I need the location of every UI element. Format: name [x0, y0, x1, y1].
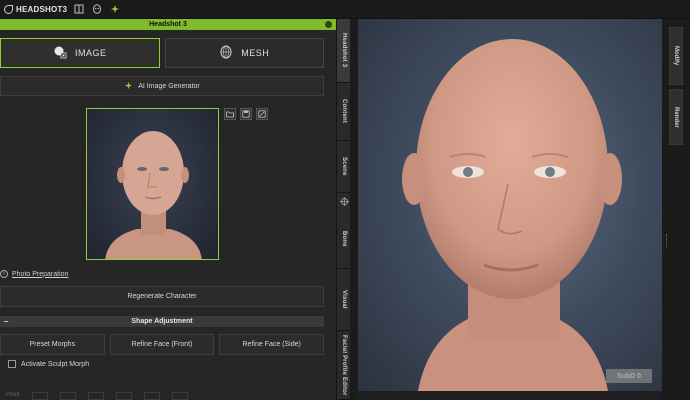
face-scan-icon [53, 45, 67, 61]
mesh-mode-button[interactable]: MESH [164, 38, 324, 68]
book-icon[interactable] [73, 3, 85, 15]
sculpt-tool [115, 392, 132, 400]
save-icon[interactable] [240, 108, 252, 120]
tab-modify-label: Modify [673, 46, 679, 66]
info-icon: i [0, 270, 8, 278]
source-photo-face [105, 131, 202, 259]
tab-scene[interactable]: Scene [337, 141, 351, 193]
crop-icon[interactable] [256, 108, 268, 120]
sculpt-tool [87, 392, 104, 400]
shape-adjustment-header[interactable]: – Shape Adjustment [0, 316, 324, 327]
image-mode-button[interactable]: IMAGE [0, 38, 160, 68]
tab-facial-profile-editor-label: Facial Profile Editor [341, 334, 347, 396]
shape-adjustment-title: Shape Adjustment [131, 318, 193, 325]
mesh-head-icon [219, 45, 233, 61]
tab-bone-label: Bone [341, 230, 347, 247]
headshot-panel: Headshot 3 IMAGE MESH AI Image Generator [0, 19, 336, 400]
side-tabs: Headshot 3 Content Scene Bone Visual Fac… [336, 19, 351, 400]
tab-headshot-label: Headshot 3 [341, 33, 347, 68]
logo-mark-icon [4, 4, 13, 14]
tab-modify[interactable]: Modify [669, 27, 683, 85]
preset-morphs-button[interactable]: Preset Morphs [0, 334, 105, 355]
photo-preparation-link[interactable]: Photo Preparation [12, 271, 68, 278]
top-toolbar: HEADSHOT3 [0, 0, 690, 19]
3d-viewport[interactable]: SubD 0 [358, 19, 662, 391]
sculpt-tool [171, 392, 188, 400]
refine-face-side-button[interactable]: Refine Face (Side) [219, 334, 325, 355]
app-logo: HEADSHOT3 [4, 4, 68, 14]
panel-header: Headshot 3 [0, 19, 336, 30]
image-mode-label: IMAGE [74, 48, 107, 58]
tab-visual-label: Visual [341, 290, 347, 309]
tab-headshot[interactable]: Headshot 3 [337, 19, 351, 83]
sculpt-tool [59, 392, 76, 400]
crosshair-icon[interactable] [337, 194, 351, 208]
alien-head-icon[interactable] [91, 3, 103, 15]
regenerate-character-button[interactable]: Regenerate Character [0, 286, 324, 307]
ai-image-generator-label: AI Image Generator [138, 82, 200, 90]
sparkle-icon[interactable] [109, 3, 121, 15]
tab-bone[interactable]: Bone [337, 209, 351, 269]
sculpt-tool [31, 392, 48, 400]
sculpt-tool-point-label: Point [6, 392, 20, 398]
tab-render-label: Render [673, 106, 679, 128]
panel-title: Headshot 3 [149, 21, 187, 28]
tab-scene-label: Scene [341, 157, 347, 176]
ai-image-generator-button[interactable]: AI Image Generator [0, 76, 324, 96]
grip-handle[interactable] [666, 234, 668, 248]
tab-content-label: Content [341, 99, 347, 124]
right-tab-strip: Modify Render [662, 19, 690, 400]
subd-level-badge[interactable]: SubD 0 [606, 369, 652, 383]
sculpt-tools-disabled: Point [0, 392, 324, 400]
refine-buttons: Preset Morphs Refine Face (Front) Refine… [0, 334, 325, 355]
panel-close-icon[interactable] [325, 21, 332, 28]
collapse-icon[interactable]: – [4, 317, 8, 326]
head-model-render [402, 39, 622, 391]
open-folder-icon[interactable] [224, 108, 236, 120]
photo-actions [224, 108, 268, 120]
mesh-mode-label: MESH [241, 48, 270, 58]
sculpt-tool [143, 392, 160, 400]
tab-render[interactable]: Render [669, 89, 683, 145]
sculpt-morph-label: Activate Sculpt Morph [21, 360, 90, 368]
sculpt-morph-checkbox[interactable] [8, 360, 16, 368]
ai-sparkle-icon [124, 81, 133, 92]
tab-visual[interactable]: Visual [337, 269, 351, 331]
tab-content[interactable]: Content [337, 83, 351, 141]
activate-sculpt-morph[interactable]: Activate Sculpt Morph [8, 360, 89, 368]
app-logo-text: HEADSHOT3 [16, 4, 68, 14]
mode-selector: IMAGE MESH [0, 38, 324, 68]
refine-face-front-button[interactable]: Refine Face (Front) [109, 334, 215, 355]
photo-preparation: i Photo Preparation [0, 268, 68, 280]
tab-facial-profile-editor[interactable]: Facial Profile Editor [337, 331, 351, 400]
panel-splitter[interactable] [350, 19, 358, 400]
source-photo[interactable] [86, 108, 219, 260]
